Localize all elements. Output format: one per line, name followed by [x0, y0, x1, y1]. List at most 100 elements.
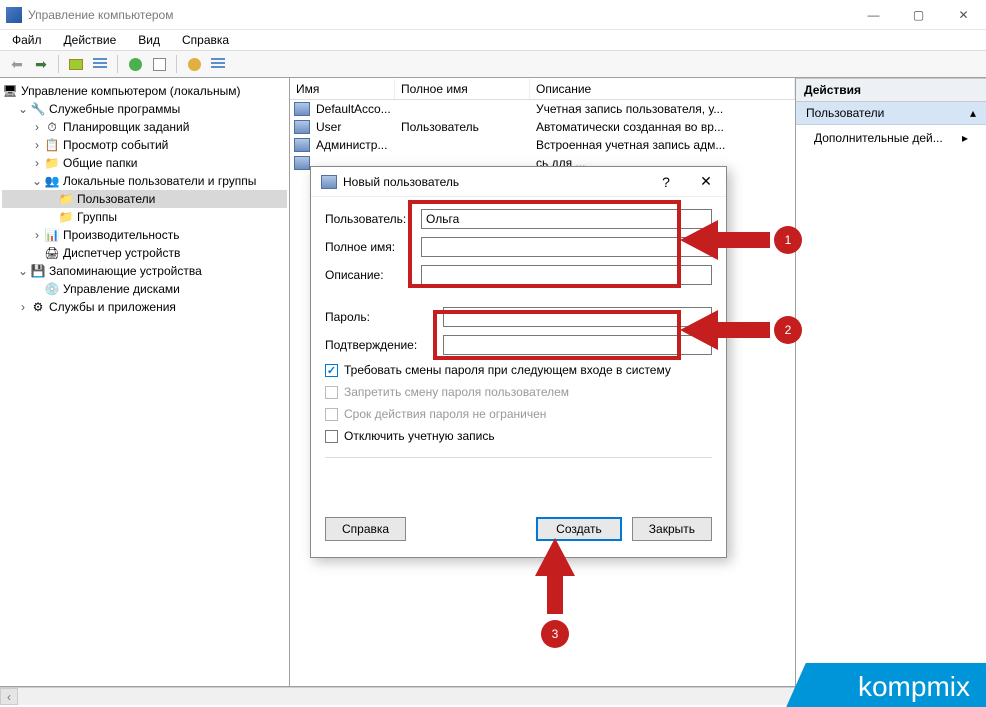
arrow-right-icon: ➡ [35, 56, 47, 73]
menu-help[interactable]: Справка [178, 31, 233, 49]
fullname-input[interactable] [421, 237, 712, 257]
help-button[interactable]: Справка [325, 517, 406, 541]
tree-item[interactable]: ⌄💾Запоминающие устройства [2, 262, 287, 280]
tree-pane: 🖥Управление компьютером (локальным) ⌄🔧Сл… [0, 78, 290, 686]
actions-section[interactable]: Пользователи▴ [796, 102, 986, 125]
check-must-change[interactable]: ✓Требовать смены пароля при следующем вх… [325, 363, 712, 377]
dialog-close-button[interactable]: ✕ [686, 173, 726, 190]
tree-label: Запоминающие устройства [49, 264, 202, 278]
tree-root-label: Управление компьютером (локальным) [21, 84, 241, 98]
help-button[interactable] [183, 53, 205, 75]
chevron-up-icon: ▴ [970, 106, 976, 120]
checkbox-icon: ✓ [325, 364, 338, 377]
folder-icon: 📁 [58, 210, 74, 224]
expand-icon[interactable]: › [30, 120, 44, 134]
column-fullname[interactable]: Полное имя [395, 79, 530, 99]
watermark: kompmix [818, 663, 986, 707]
create-button[interactable]: Создать [536, 517, 622, 541]
services-icon: ⚙ [30, 300, 46, 314]
tree-item[interactable]: 💿Управление дисками [2, 280, 287, 298]
cell: Встроенная учетная запись адм... [534, 138, 795, 152]
user-input[interactable] [421, 209, 712, 229]
tree-label: Диспетчер устройств [63, 246, 180, 260]
menubar: Файл Действие Вид Справка [0, 30, 986, 50]
actions-more[interactable]: Дополнительные дей...▸ [796, 125, 986, 151]
label-password: Пароль: [325, 310, 443, 324]
dialog-help-button[interactable]: ? [646, 174, 686, 190]
help-icon [188, 58, 201, 71]
expand-icon[interactable]: › [16, 300, 30, 314]
folder-icon [69, 59, 83, 70]
cell: Учетная запись пользователя, у... [534, 102, 795, 116]
cell: Пользователь [399, 120, 534, 134]
checkbox-icon [325, 430, 338, 443]
tree-item-groups[interactable]: 📁Группы [2, 208, 287, 226]
tools-icon: 🔧 [30, 102, 46, 116]
tree-item[interactable]: ›⏱Планировщик заданий [2, 118, 287, 136]
list-row[interactable]: Администр...Встроенная учетная запись ад… [290, 136, 795, 154]
menu-action[interactable]: Действие [60, 31, 121, 49]
menu-file[interactable]: Файл [8, 31, 46, 49]
column-desc[interactable]: Описание [530, 79, 795, 99]
folder-icon: 📁 [58, 192, 74, 206]
cell: User [314, 120, 399, 134]
new-user-dialog: Новый пользователь ? ✕ Пользователь: Пол… [310, 166, 727, 558]
storage-icon: 💾 [30, 264, 46, 278]
expand-icon[interactable]: › [30, 156, 44, 170]
collapse-icon[interactable]: ⌄ [16, 102, 30, 116]
password-input[interactable] [443, 307, 712, 327]
close-button[interactable]: ✕ [941, 0, 986, 30]
list-row[interactable]: DefaultAcco...Учетная запись пользовател… [290, 100, 795, 118]
label-user: Пользователь: [325, 212, 421, 226]
tree-label: Планировщик заданий [63, 120, 189, 134]
forward-button[interactable]: ➡ [30, 53, 52, 75]
view-button[interactable] [207, 53, 229, 75]
collapse-icon[interactable]: ⌄ [16, 264, 30, 278]
check-label: Срок действия пароля не ограничен [344, 407, 546, 421]
tree-item[interactable]: ›📊Производительность [2, 226, 287, 244]
user-icon [294, 156, 310, 170]
actions-header: Действия [796, 78, 986, 102]
tree-label: Локальные пользователи и группы [63, 174, 256, 188]
tree-item[interactable]: 🖨Диспетчер устройств [2, 244, 287, 262]
list-row[interactable]: UserПользовательАвтоматически созданная … [290, 118, 795, 136]
user-icon [321, 175, 337, 189]
clock-icon: ⏱ [44, 120, 60, 134]
computer-icon: 🖥 [2, 84, 18, 98]
check-disabled[interactable]: Отключить учетную запись [325, 429, 712, 443]
desc-input[interactable] [421, 265, 712, 285]
export-button[interactable] [148, 53, 170, 75]
folder-button[interactable] [65, 53, 87, 75]
tree-item[interactable]: ⌄👥Локальные пользователи и группы [2, 172, 287, 190]
close-dialog-button[interactable]: Закрыть [632, 517, 712, 541]
sheet-icon [153, 58, 166, 71]
user-icon [294, 120, 310, 134]
tree-label: Служебные программы [49, 102, 180, 116]
event-icon: 📋 [44, 138, 60, 152]
cell: Автоматически созданная во вр... [534, 120, 795, 134]
tree-label: Просмотр событий [63, 138, 168, 152]
tree-item[interactable]: ›📁Общие папки [2, 154, 287, 172]
collapse-icon[interactable]: ⌄ [30, 174, 44, 188]
expand-icon[interactable]: › [30, 228, 44, 242]
column-name[interactable]: Имя [290, 79, 395, 99]
tree-item[interactable]: ⌄🔧Служебные программы [2, 100, 287, 118]
grid-icon [211, 58, 225, 70]
tree-item-users[interactable]: 📁Пользователи [2, 190, 287, 208]
minimize-button[interactable]: — [851, 0, 896, 30]
tree-item[interactable]: ›📋Просмотр событий [2, 136, 287, 154]
label-desc: Описание: [325, 268, 421, 282]
properties-button[interactable] [89, 53, 111, 75]
maximize-button[interactable]: ▢ [896, 0, 941, 30]
menu-view[interactable]: Вид [134, 31, 164, 49]
tree-item[interactable]: ›⚙Службы и приложения [2, 298, 287, 316]
back-button[interactable]: ⬅ [6, 53, 28, 75]
label-confirm: Подтверждение: [325, 338, 443, 352]
expand-icon[interactable]: › [30, 138, 44, 152]
refresh-button[interactable] [124, 53, 146, 75]
toolbar: ⬅ ➡ [0, 50, 986, 78]
tree-root[interactable]: 🖥Управление компьютером (локальным) [2, 82, 287, 100]
scroll-left-button[interactable]: ‹ [0, 688, 18, 705]
label-fullname: Полное имя: [325, 240, 421, 254]
confirm-input[interactable] [443, 335, 712, 355]
